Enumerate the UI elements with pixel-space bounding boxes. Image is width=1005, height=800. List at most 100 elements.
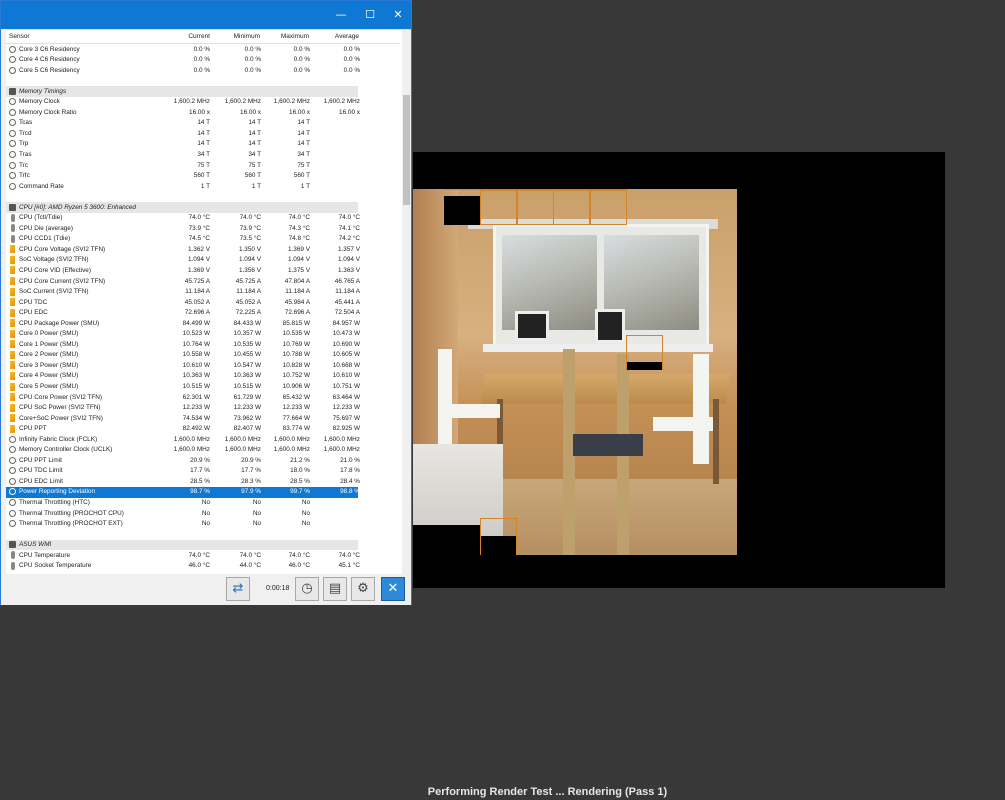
network-button[interactable]: ⇄: [226, 577, 250, 601]
sensor-row[interactable]: Memory Controller Clock (UCLK) 1,600.0 MH…: [6, 445, 360, 456]
sensor-name: CPU Socket Temperature: [19, 562, 92, 570]
column-sensor[interactable]: Sensor: [9, 33, 30, 40]
column-average[interactable]: Average: [311, 33, 359, 40]
sensor-row[interactable]: Core 0 Power (SMU) 10.523 W 10.357 W 10.535…: [6, 329, 360, 340]
sensor-row[interactable]: Core 3 Power (SMU) 10.610 W 10.547 W 10.828…: [6, 360, 360, 371]
clock-reset-button[interactable]: ◷: [295, 577, 319, 601]
sensor-row[interactable]: CPU EDC Limit 28.5 % 28.3 % 28.5 % 28.4 %: [6, 476, 360, 487]
sensor-row[interactable]: Core 1 Power (SMU) 10.764 W 10.535 W 10.769…: [6, 339, 360, 350]
report-button[interactable]: ▤: [323, 577, 347, 601]
sensor-row[interactable]: Trc 75 T 75 T 75 T: [6, 160, 358, 171]
sensor-row[interactable]: SoC Voltage (SVI2 TFN) 1.094 V 1.094 V 1.09…: [6, 255, 360, 266]
column-minimum[interactable]: Minimum: [212, 33, 260, 40]
sensor-group-header[interactable]: CPU [#0]: AMD Ryzen 5 3600: Enhanced: [6, 202, 358, 213]
value-current: 12.233 W: [182, 404, 210, 412]
sensor-row[interactable]: Core 5 C6 Residency 0.0 % 0.0 % 0.0 % 0.0 %: [6, 65, 360, 76]
value-maximum: 0.0 %: [293, 56, 310, 64]
sensor-row[interactable]: CPU TDC Limit 17.7 % 17.7 % 18.0 % 17.8 %: [6, 466, 360, 477]
sensor-row[interactable]: Tcas 14 T 14 T 14 T: [6, 118, 358, 129]
sensor-row[interactable]: Thermal Throttling (HTC) No No No: [6, 498, 358, 509]
sensor-row[interactable]: CPU Core Voltage (SVI2 TFN) 1.362 V 1.350 …: [6, 244, 360, 255]
sensor-row[interactable]: CPU CCD1 (Tdie) 74.5 °C 73.5 °C 74.8 °C 74.2…: [6, 234, 360, 245]
sensor-row[interactable]: Trcd 14 T 14 T 14 T: [6, 128, 358, 139]
value-maximum: 47.804 A: [284, 277, 310, 285]
vertical-scrollbar[interactable]: [402, 30, 411, 575]
sensor-row[interactable]: CPU Die (average) 73.9 °C 73.9 °C 74.3 °C 74…: [6, 223, 360, 234]
lightning-icon: [10, 361, 15, 370]
sensor-row[interactable]: CPU SoC Power (SVI2 TFN) 12.233 W 12.233 W…: [6, 403, 360, 414]
sensor-row[interactable]: CPU Socket Temperature 46.0 °C 44.0 °C 46.0…: [6, 561, 360, 572]
title-bar[interactable]: — ☐ ✕: [1, 1, 411, 29]
sensor-name: CPU Temperature: [19, 551, 71, 559]
sensor-row[interactable]: CPU Temperature 74.0 °C 74.0 °C 74.0 °C 74.0…: [6, 550, 360, 561]
sensor-row[interactable]: Core+SoC Power (SVI2 TFN) 74.534 W 73.962 …: [6, 413, 360, 424]
value-minimum: 1,600.0 MHz: [224, 446, 261, 454]
sensor-row[interactable]: Thermal Throttling (PROCHOT CPU) No No No: [6, 508, 358, 519]
value-minimum: 73.9 °C: [239, 224, 261, 232]
sensor-name: ASUS WMI: [19, 541, 52, 549]
sensor-row[interactable]: Core 4 C6 Residency 0.0 % 0.0 % 0.0 % 0.0 %: [6, 55, 360, 66]
sensor-name: Core 5 Power (SMU): [19, 383, 79, 390]
settings-button[interactable]: ⚙: [351, 577, 375, 601]
sensor-row[interactable]: Trfc 560 T 560 T 560 T: [6, 171, 358, 182]
value-maximum: No: [301, 509, 310, 517]
value-minimum: 14 T: [248, 129, 261, 137]
column-current[interactable]: Current: [162, 33, 210, 40]
lightning-icon: [10, 329, 15, 338]
sensor-row[interactable]: CPU Core Current (SVI2 TFN) 45.725 A 45.72…: [6, 276, 360, 287]
sensor-group-header[interactable]: ASUS WMI: [6, 539, 358, 551]
spacer-row: [6, 76, 358, 87]
sensor-row[interactable]: Command Rate 1 T 1 T 1 T: [6, 181, 358, 192]
sensor-name: CPU CCD1 (Tdie): [19, 235, 71, 243]
value-current: No: [201, 520, 210, 528]
value-average: 63.464 W: [332, 393, 360, 401]
value-current: 14 T: [197, 129, 210, 137]
sensor-row[interactable]: CPU Core Power (SVI2 TFN) 62.301 W 61.729 …: [6, 392, 360, 403]
elapsed-timer: 0:00:18: [266, 585, 290, 592]
sensor-name: CPU (Tctl/Tdie): [19, 214, 63, 222]
value-minimum: 10.363 W: [233, 372, 261, 380]
sensor-row[interactable]: Thermal Throttling (PROCHOT EXT) No No No: [6, 519, 358, 530]
sensor-row[interactable]: SoC Current (SVI2 TFN) 11.184 A 11.184 A 11…: [6, 287, 360, 298]
value-maximum: 11.184 A: [285, 288, 310, 296]
sensor-row[interactable]: CPU Package Power (SMU) 84.499 W 84.433 W 8…: [6, 318, 360, 329]
sensor-row[interactable]: Tras 34 T 34 T 34 T: [6, 149, 358, 160]
value-average: 10.751 W: [332, 383, 360, 390]
table-leg: [713, 399, 719, 484]
value-current: 74.0 °C: [188, 551, 210, 559]
value-maximum: 75 T: [297, 161, 310, 169]
sensor-row[interactable]: Memory Clock 1,600.2 MHz 1,600.2 MHz 1,600.…: [6, 97, 360, 108]
column-maximum[interactable]: Maximum: [261, 33, 309, 40]
value-minimum: 0.0 %: [244, 45, 261, 53]
value-maximum: 1.369 V: [287, 245, 310, 253]
value-maximum: 28.5 %: [290, 477, 310, 485]
close-button[interactable]: ✕: [383, 1, 413, 29]
value-maximum: 10.788 W: [282, 351, 310, 359]
sensor-row[interactable]: Core 2 Power (SMU) 10.558 W 10.455 W 10.788…: [6, 350, 360, 361]
value-average: 28.4 %: [340, 477, 360, 485]
sensor-row[interactable]: Memory Clock Ratio 16.00 x 16.00 x 16.00 x 1…: [6, 107, 360, 118]
sensor-row[interactable]: CPU PPT 82.492 W 82.407 W 83.774 W 82.925 W: [6, 424, 360, 435]
sensor-row[interactable]: Core 4 Power (SMU) 10.363 W 10.363 W 10.752…: [6, 371, 360, 382]
sensor-row[interactable]: CPU Core VID (Effective) 1.369 V 1.356 V 1.…: [6, 265, 360, 276]
sensor-row[interactable]: Core 5 Power (SMU) 10.515 W 10.515 W 10.906…: [6, 382, 360, 393]
close-sensors-button[interactable]: ✕: [381, 577, 405, 601]
sensor-row[interactable]: Core 3 C6 Residency 0.0 % 0.0 % 0.0 % 0.0 %: [6, 44, 360, 55]
maximize-button[interactable]: ☐: [355, 1, 385, 29]
value-current: 46.0 °C: [188, 562, 210, 570]
sensor-row[interactable]: CPU PPT Limit 20.9 % 20.9 % 21.2 % 21.0 %: [6, 455, 360, 466]
sensor-circle-icon: [9, 45, 16, 53]
value-current: 1.094 V: [187, 256, 210, 264]
render-bucket: [590, 190, 627, 225]
sensor-group-header[interactable]: Memory Timings: [6, 86, 358, 97]
minimize-button[interactable]: —: [326, 1, 356, 29]
sensor-row[interactable]: CPU TDC 45.052 A 45.052 A 45.984 A 45.441 A: [6, 297, 360, 308]
sensor-row[interactable]: Infinity Fabric Clock (FCLK) 1,600.0 MHz 1…: [6, 434, 360, 445]
sensor-row[interactable]: CPU (Tctl/Tdie) 74.0 °C 74.0 °C 74.0 °C 74.0…: [6, 213, 360, 224]
scrollbar-thumb[interactable]: [403, 95, 410, 205]
sensor-row[interactable]: Power Reporting Deviation 98.7 % 97.9 % 99.…: [6, 486, 360, 498]
value-current: 1,600.0 MHz: [173, 435, 210, 443]
value-minimum: 45.725 A: [235, 277, 261, 285]
sensor-row[interactable]: CPU EDC 72.696 A 72.225 A 72.696 A 72.504 A: [6, 308, 360, 319]
sensor-row[interactable]: Trp 14 T 14 T 14 T: [6, 139, 358, 150]
